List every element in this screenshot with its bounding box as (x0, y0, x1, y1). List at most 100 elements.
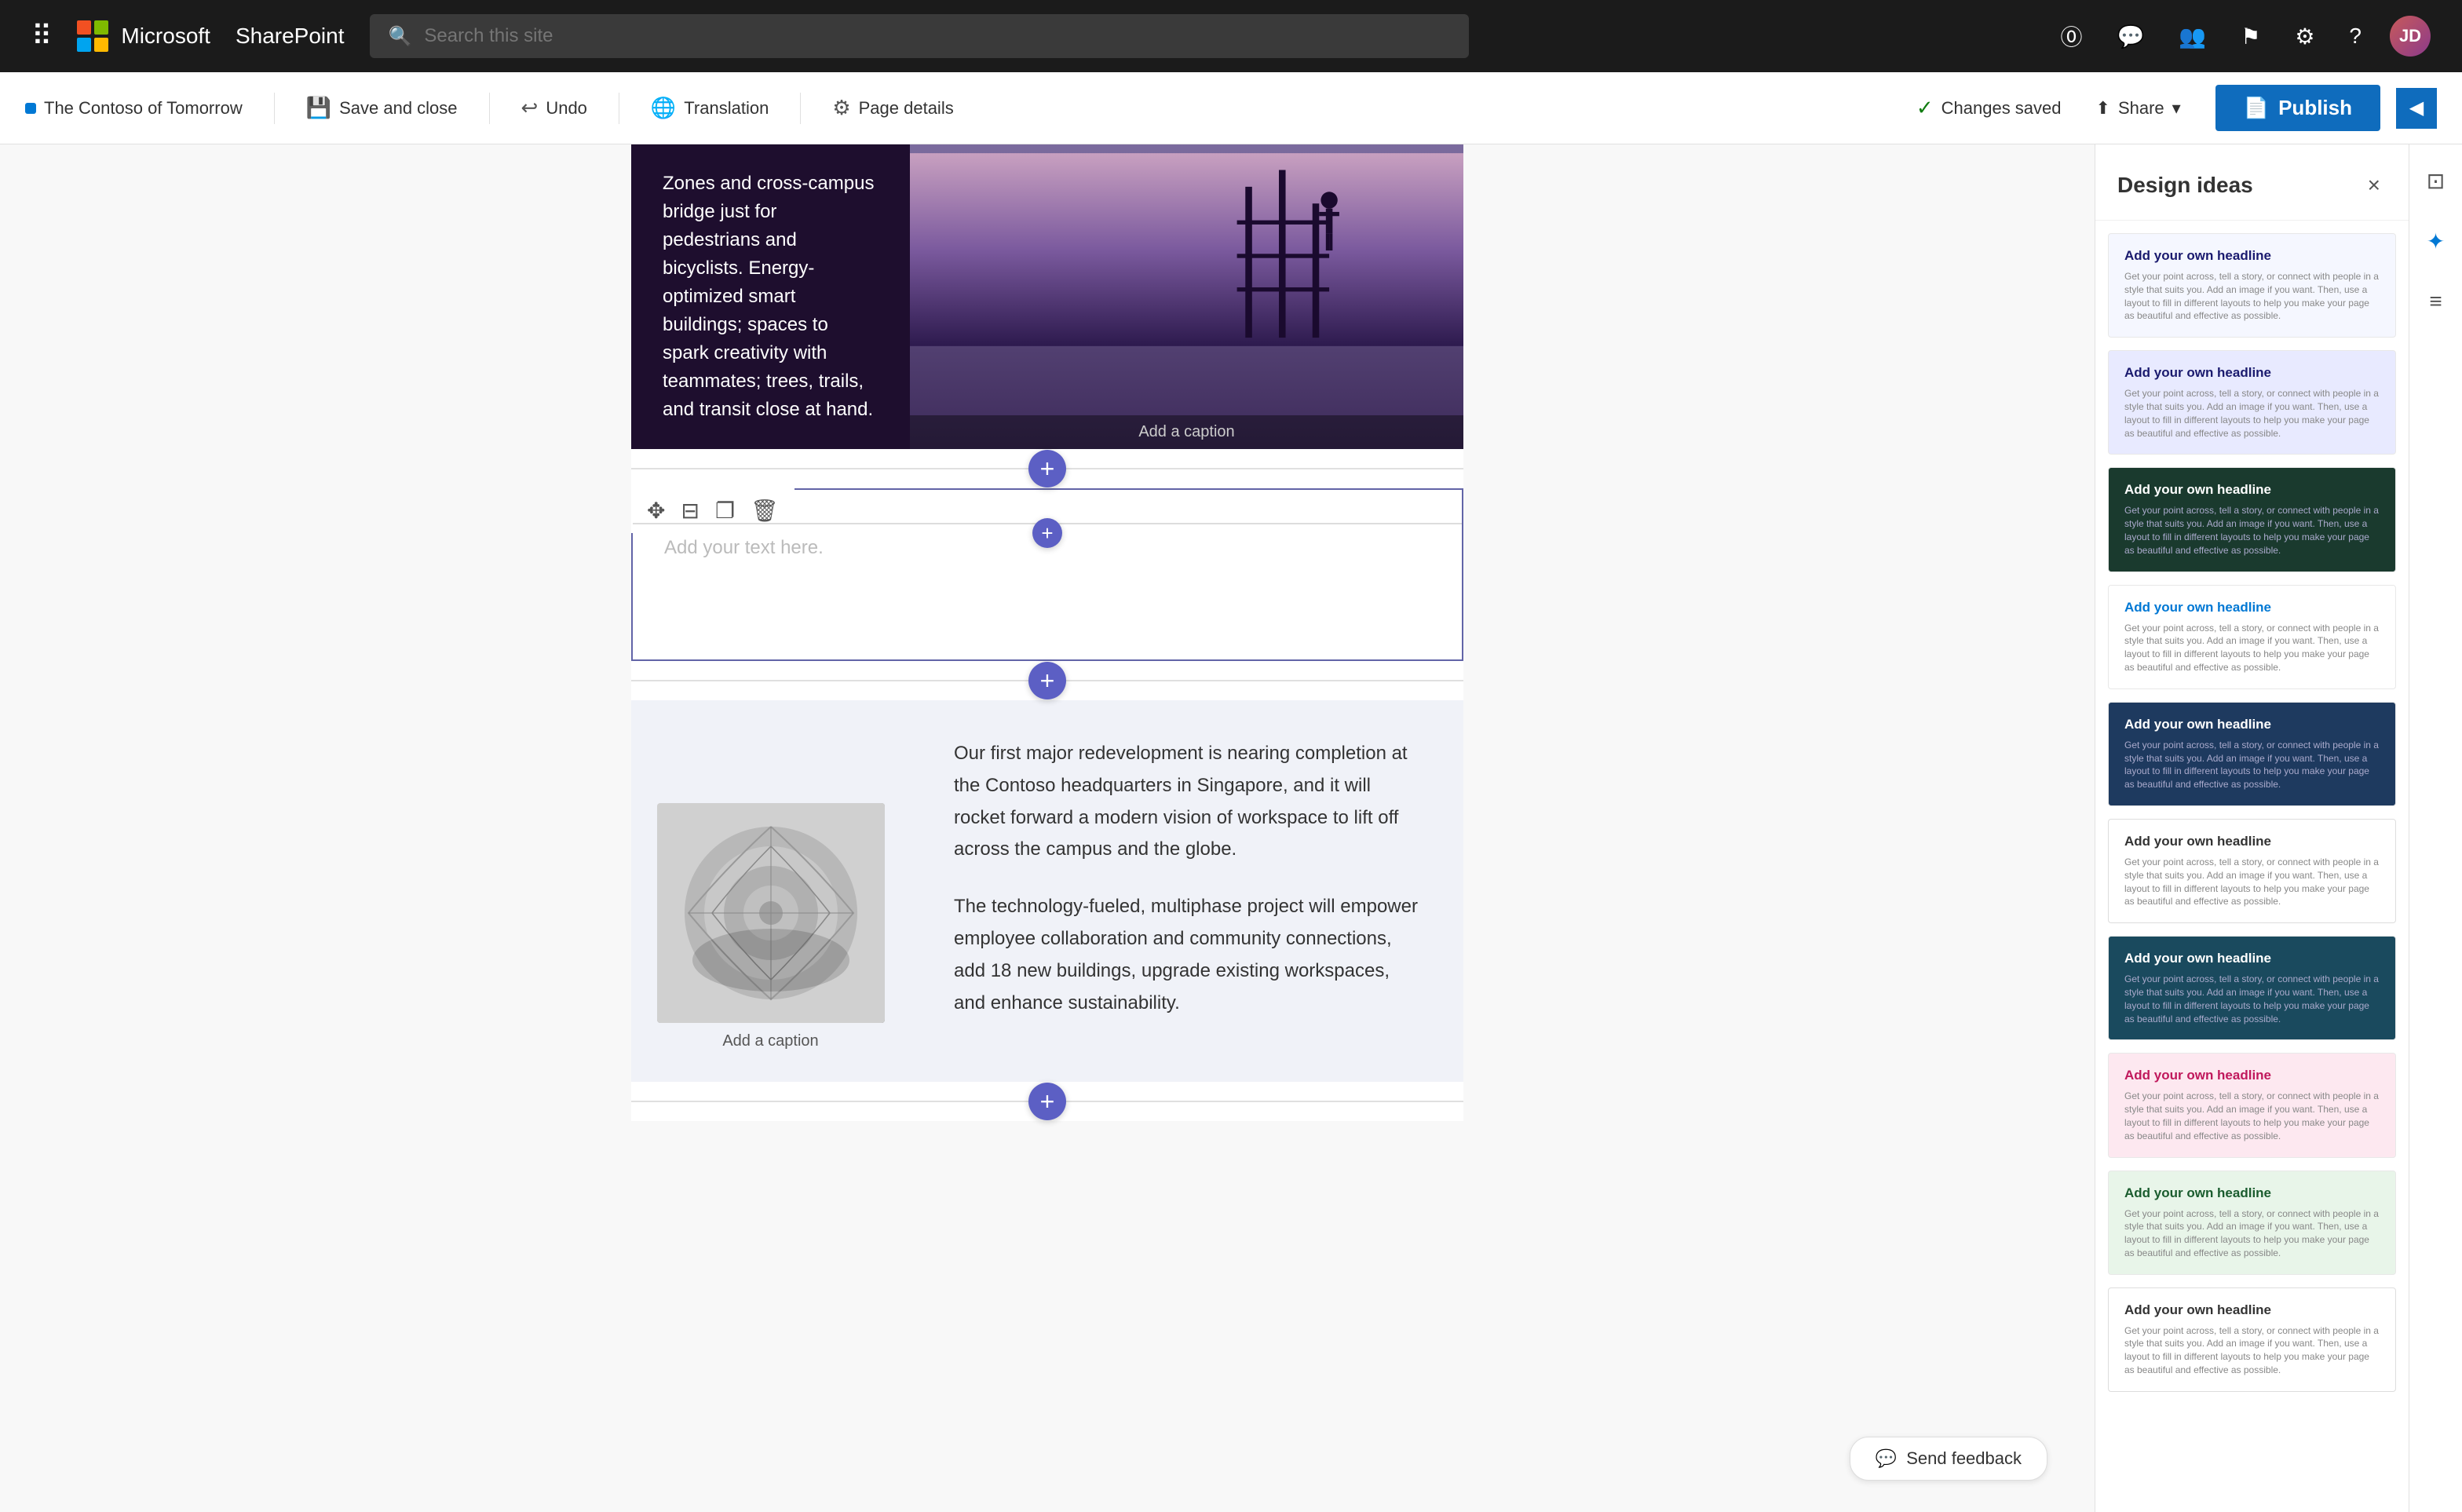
search-input[interactable] (424, 25, 1449, 47)
undo-button[interactable]: ↩ Undo (506, 86, 603, 130)
hero-text: Zones and cross-campus bridge just for p… (663, 170, 879, 424)
toolbar-right: ✓ Changes saved ⬆ Share ▾ 📄 Publish ◀ (1916, 85, 2437, 131)
idea-text-4: Get your point across, tell a story, or … (2124, 622, 2380, 674)
idea-text-8: Get your point across, tell a story, or … (2124, 1090, 2380, 1142)
help-ring-icon[interactable]: ⓪ (2054, 14, 2088, 58)
page-indicator: The Contoso of Tomorrow (25, 98, 243, 119)
logo-sq-green (94, 20, 108, 35)
feedback-icon: 💬 (1876, 1448, 1897, 1469)
add-section-3: + (631, 1082, 1463, 1121)
add-section-button-3[interactable]: + (1028, 1083, 1066, 1120)
idea-text-1: Get your point across, tell a story, or … (2124, 270, 2380, 323)
top-navigation: ⠿ Microsoft SharePoint 🔍 ⓪ 💬 👥 ⚑ ⚙ ? JD (0, 0, 2462, 72)
share-button[interactable]: ⬆ Share ▾ (2077, 89, 2200, 128)
toolbar-divider-4 (800, 93, 801, 124)
design-panel-close-button[interactable]: × (2362, 166, 2387, 204)
toolbar-divider-1 (274, 93, 275, 124)
design-idea-card-4[interactable]: Add your own headline Get your point acr… (2108, 585, 2396, 689)
bottom-image-area: Add a caption (631, 700, 910, 1082)
waffle-icon[interactable]: ⠿ (31, 20, 52, 53)
page-details-icon: ⚙ (832, 96, 850, 120)
send-feedback-button[interactable]: 💬 Send feedback (1850, 1437, 2047, 1481)
inner-add-btn: + (633, 513, 1462, 553)
app-name: SharePoint (236, 24, 345, 49)
checkmark-icon: ✓ (1916, 96, 1934, 120)
question-icon[interactable]: ? (2343, 17, 2368, 55)
idea-text-3: Get your point across, tell a story, or … (2124, 504, 2380, 557)
idea-headline-2: Add your own headline (2124, 365, 2380, 381)
flag-icon[interactable]: ⚑ (2234, 17, 2267, 56)
idea-text-10: Get your point across, tell a story, or … (2124, 1324, 2380, 1377)
nav-icon-group: ⓪ 💬 👥 ⚑ ⚙ ? JD (2054, 14, 2431, 58)
collapse-button[interactable]: ◀ (2396, 88, 2437, 129)
save-icon: 💾 (306, 96, 331, 120)
add-section-button-2[interactable]: + (1028, 662, 1066, 699)
hero-caption[interactable]: Add a caption (910, 415, 1463, 449)
idea-headline-6: Add your own headline (2124, 834, 2380, 849)
idea-headline-9: Add your own headline (2124, 1185, 2380, 1201)
idea-headline-10: Add your own headline (2124, 1302, 2380, 1318)
design-idea-card-1[interactable]: Add your own headline Get your point acr… (2108, 233, 2396, 338)
save-close-label: Save and close (339, 98, 457, 119)
bottom-image-caption[interactable]: Add a caption (722, 1032, 818, 1050)
save-close-button[interactable]: 💾 Save and close (290, 86, 473, 130)
idea-headline-4: Add your own headline (2124, 600, 2380, 615)
avatar[interactable]: JD (2390, 16, 2431, 57)
right-icon-2[interactable]: ✦ (2419, 221, 2453, 262)
settings-icon[interactable]: ⚙ (2288, 17, 2321, 56)
idea-headline-5: Add your own headline (2124, 717, 2380, 732)
design-idea-card-3[interactable]: Add your own headline Get your point acr… (2108, 467, 2396, 572)
microsoft-logo: Microsoft (77, 20, 210, 52)
send-feedback-label: Send feedback (1906, 1448, 2022, 1469)
idea-headline-8: Add your own headline (2124, 1068, 2380, 1083)
design-idea-card-5[interactable]: Add your own headline Get your point acr… (2108, 702, 2396, 806)
share-label: Share (2118, 98, 2164, 119)
translation-label: Translation (684, 98, 769, 119)
logo-sq-yellow (94, 38, 108, 52)
design-idea-card-9[interactable]: Add your own headline Get your point acr… (2108, 1171, 2396, 1275)
add-section-button-1[interactable]: + (1028, 450, 1066, 488)
inner-add-circle[interactable]: + (1032, 518, 1062, 548)
content-area[interactable]: Zones and cross-campus bridge just for p… (0, 144, 2095, 1512)
idea-text-5: Get your point across, tell a story, or … (2124, 739, 2380, 791)
page-details-button[interactable]: ⚙ Page details (816, 86, 969, 130)
people-icon[interactable]: 👥 (2172, 17, 2212, 56)
page-content: Zones and cross-campus bridge just for p… (631, 144, 1463, 1121)
publish-button[interactable]: 📄 Publish (2215, 85, 2380, 131)
design-panel-title: Design ideas (2117, 173, 2253, 198)
hero-image-area: Add a caption (910, 144, 1463, 449)
design-panel-scroll[interactable]: Add your own headline Get your point acr… (2095, 221, 2409, 1512)
design-idea-card-10[interactable]: Add your own headline Get your point acr… (2108, 1287, 2396, 1392)
publish-icon: 📄 (2244, 96, 2269, 120)
logo-sq-blue (77, 38, 91, 52)
add-section-1: + (631, 449, 1463, 488)
logo-grid (77, 20, 108, 52)
design-idea-card-6[interactable]: Add your own headline Get your point acr… (2108, 819, 2396, 923)
search-bar[interactable]: 🔍 (370, 14, 1469, 58)
toolbar-divider-2 (489, 93, 490, 124)
bottom-para-2: The technology-fueled, multiphase projec… (954, 891, 1419, 1019)
page-details-label: Page details (859, 98, 954, 119)
undo-label: Undo (546, 98, 587, 119)
chat-icon[interactable]: 💬 (2110, 17, 2150, 56)
add-section-2: + (631, 661, 1463, 700)
page-dot (25, 103, 36, 114)
design-panel-header: Design ideas × (2095, 144, 2409, 221)
undo-icon: ↩ (521, 96, 539, 120)
right-icon-3[interactable]: ≡ (2421, 281, 2449, 322)
translation-button[interactable]: 🌐 Translation (635, 86, 784, 130)
right-icon-1[interactable]: ⊡ (2419, 160, 2453, 202)
page-name: The Contoso of Tomorrow (44, 98, 243, 119)
toolbar: The Contoso of Tomorrow 💾 Save and close… (0, 72, 2462, 144)
text-editor-section[interactable]: ✥ ⊟ ❐ 🗑 + Add your text here. (631, 488, 1463, 661)
bottom-para-1: Our first major redevelopment is nearing… (954, 738, 1419, 866)
changes-saved-indicator: ✓ Changes saved (1916, 96, 2062, 120)
share-chevron-icon: ▾ (2172, 98, 2181, 119)
design-idea-card-7[interactable]: Add your own headline Get your point acr… (2108, 936, 2396, 1040)
idea-text-2: Get your point across, tell a story, or … (2124, 387, 2380, 440)
bottom-text-area: Our first major redevelopment is nearing… (910, 700, 1463, 1082)
design-idea-card-2[interactable]: Add your own headline Get your point acr… (2108, 350, 2396, 455)
design-idea-card-8[interactable]: Add your own headline Get your point acr… (2108, 1053, 2396, 1157)
idea-headline-1: Add your own headline (2124, 248, 2380, 264)
logo-sq-red (77, 20, 91, 35)
